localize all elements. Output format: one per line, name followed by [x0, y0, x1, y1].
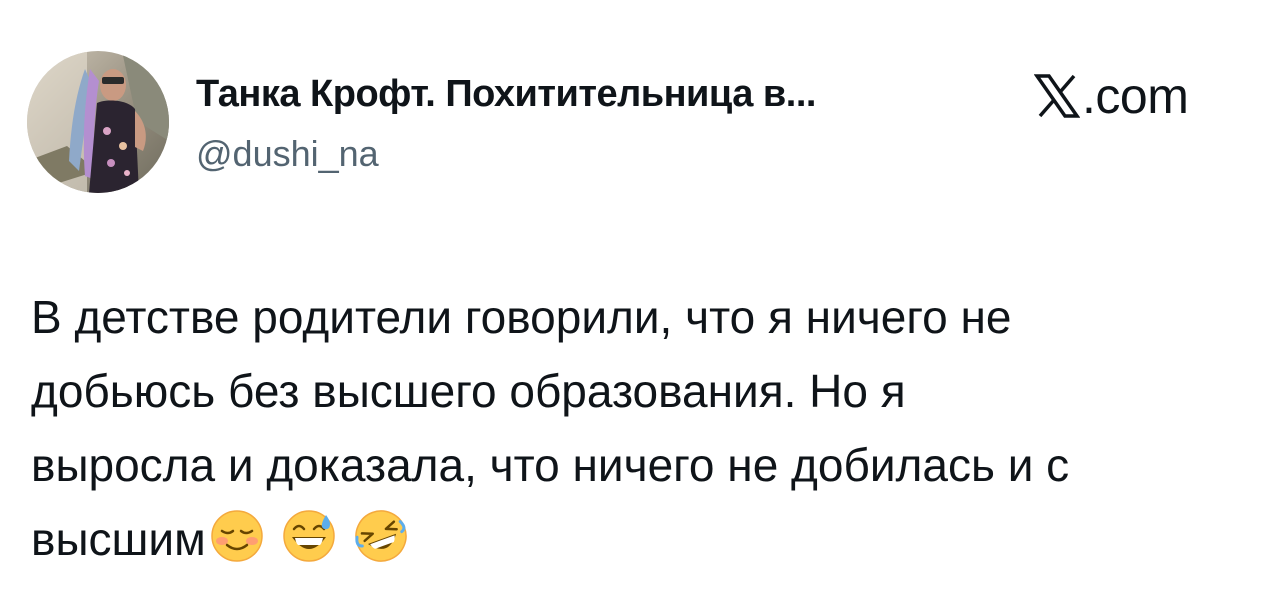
tweet-text: В детстве родители говорили, что я ничег…: [31, 280, 1261, 576]
tweet-line-last: высшим: [31, 502, 1261, 576]
tweet-emojis: [210, 509, 426, 563]
brand-suffix: .com: [1082, 68, 1189, 124]
tweet-line: выросла и доказала, что ничего не добила…: [31, 439, 1070, 491]
tweet-line: добьюсь без высшего образования. Но я: [31, 365, 906, 417]
x-logo-icon: [1033, 73, 1081, 119]
author-display-name[interactable]: Танка Крофт. Похитительница в...: [196, 73, 816, 116]
author-handle[interactable]: @dushi_na: [196, 133, 379, 175]
smiling-face-emoji: [210, 509, 264, 563]
avatar[interactable]: [27, 51, 169, 193]
tweet-line: высшим: [31, 513, 206, 565]
grinning-sweat-emoji: [282, 509, 336, 563]
tweet-line: В детстве родители говорили, что я ничег…: [31, 291, 1012, 343]
brand-watermark: .com: [1033, 66, 1189, 126]
rolling-laughing-emoji: [354, 509, 408, 563]
